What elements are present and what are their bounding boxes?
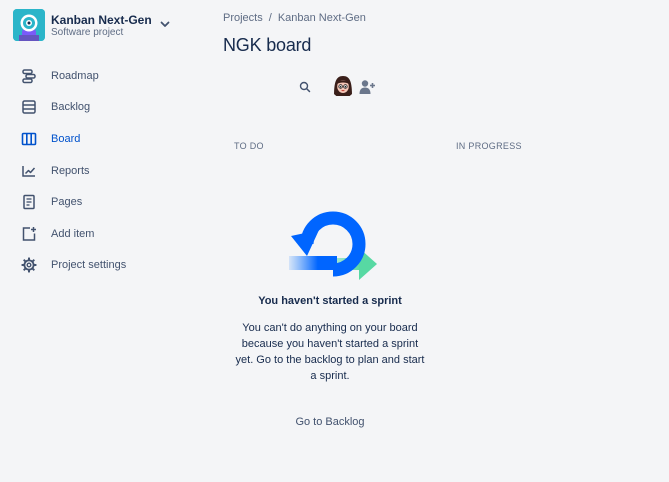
sidebar-item-project-settings[interactable]: Project settings [0, 250, 205, 282]
sidebar-item-add-item[interactable]: Add item [0, 218, 205, 250]
add-people-icon[interactable] [358, 78, 376, 96]
board-main: Projects / Kanban Next-Gen NGK board TO … [205, 0, 669, 482]
sidebar-item-reports[interactable]: Reports [0, 155, 205, 187]
sidebar-item-pages[interactable]: Pages [0, 186, 205, 218]
sidebar: Kanban Next-Gen Software project Roadmap [0, 0, 205, 482]
search-icon[interactable] [298, 80, 312, 94]
sidebar-item-board[interactable]: Board [0, 123, 205, 155]
sidebar-item-label: Reports [51, 164, 90, 177]
sidebar-item-label: Roadmap [51, 69, 99, 82]
breadcrumb: Projects / Kanban Next-Gen [223, 12, 366, 24]
breadcrumb-project[interactable]: Kanban Next-Gen [278, 12, 366, 24]
sidebar-item-roadmap[interactable]: Roadmap [0, 60, 205, 92]
robot-avatar-icon [13, 9, 45, 41]
board-icon [21, 131, 37, 147]
pages-icon [21, 194, 37, 210]
gear-icon [21, 257, 37, 273]
go-to-backlog-link[interactable]: Go to Backlog [235, 416, 425, 428]
empty-state-description: You can't do anything on your board beca… [235, 322, 425, 382]
column-header-todo: TO DO [234, 141, 264, 151]
project-name: Kanban Next-Gen [51, 13, 152, 27]
add-item-icon [21, 226, 37, 242]
roadmap-icon [21, 68, 37, 84]
empty-state-title: You haven't started a sprint [258, 295, 402, 307]
sidebar-item-label: Backlog [51, 101, 91, 114]
backlog-icon [21, 99, 37, 115]
breadcrumb-projects[interactable]: Projects [223, 12, 263, 24]
reports-icon [21, 163, 37, 179]
sidebar-nav: Roadmap Backlog Board Reports Pages Add … [0, 60, 205, 281]
user-avatar[interactable] [331, 74, 355, 98]
sidebar-item-label: Pages [51, 196, 83, 209]
breadcrumb-separator: / [268, 12, 272, 24]
column-header-in-progress: IN PROGRESS [456, 141, 522, 151]
app-window: Kanban Next-Gen Software project Roadmap [0, 0, 669, 482]
project-header[interactable]: Kanban Next-Gen Software project [0, 0, 205, 56]
sidebar-item-backlog[interactable]: Backlog [0, 92, 205, 124]
sidebar-item-label: Board [51, 132, 81, 145]
page-title: NGK board [223, 35, 312, 55]
project-type: Software project [51, 27, 124, 38]
chevron-down-icon[interactable] [158, 17, 172, 31]
sprint-cycle-icon [281, 200, 381, 284]
sidebar-item-label: Add item [51, 227, 95, 240]
sidebar-item-label: Project settings [51, 259, 127, 272]
